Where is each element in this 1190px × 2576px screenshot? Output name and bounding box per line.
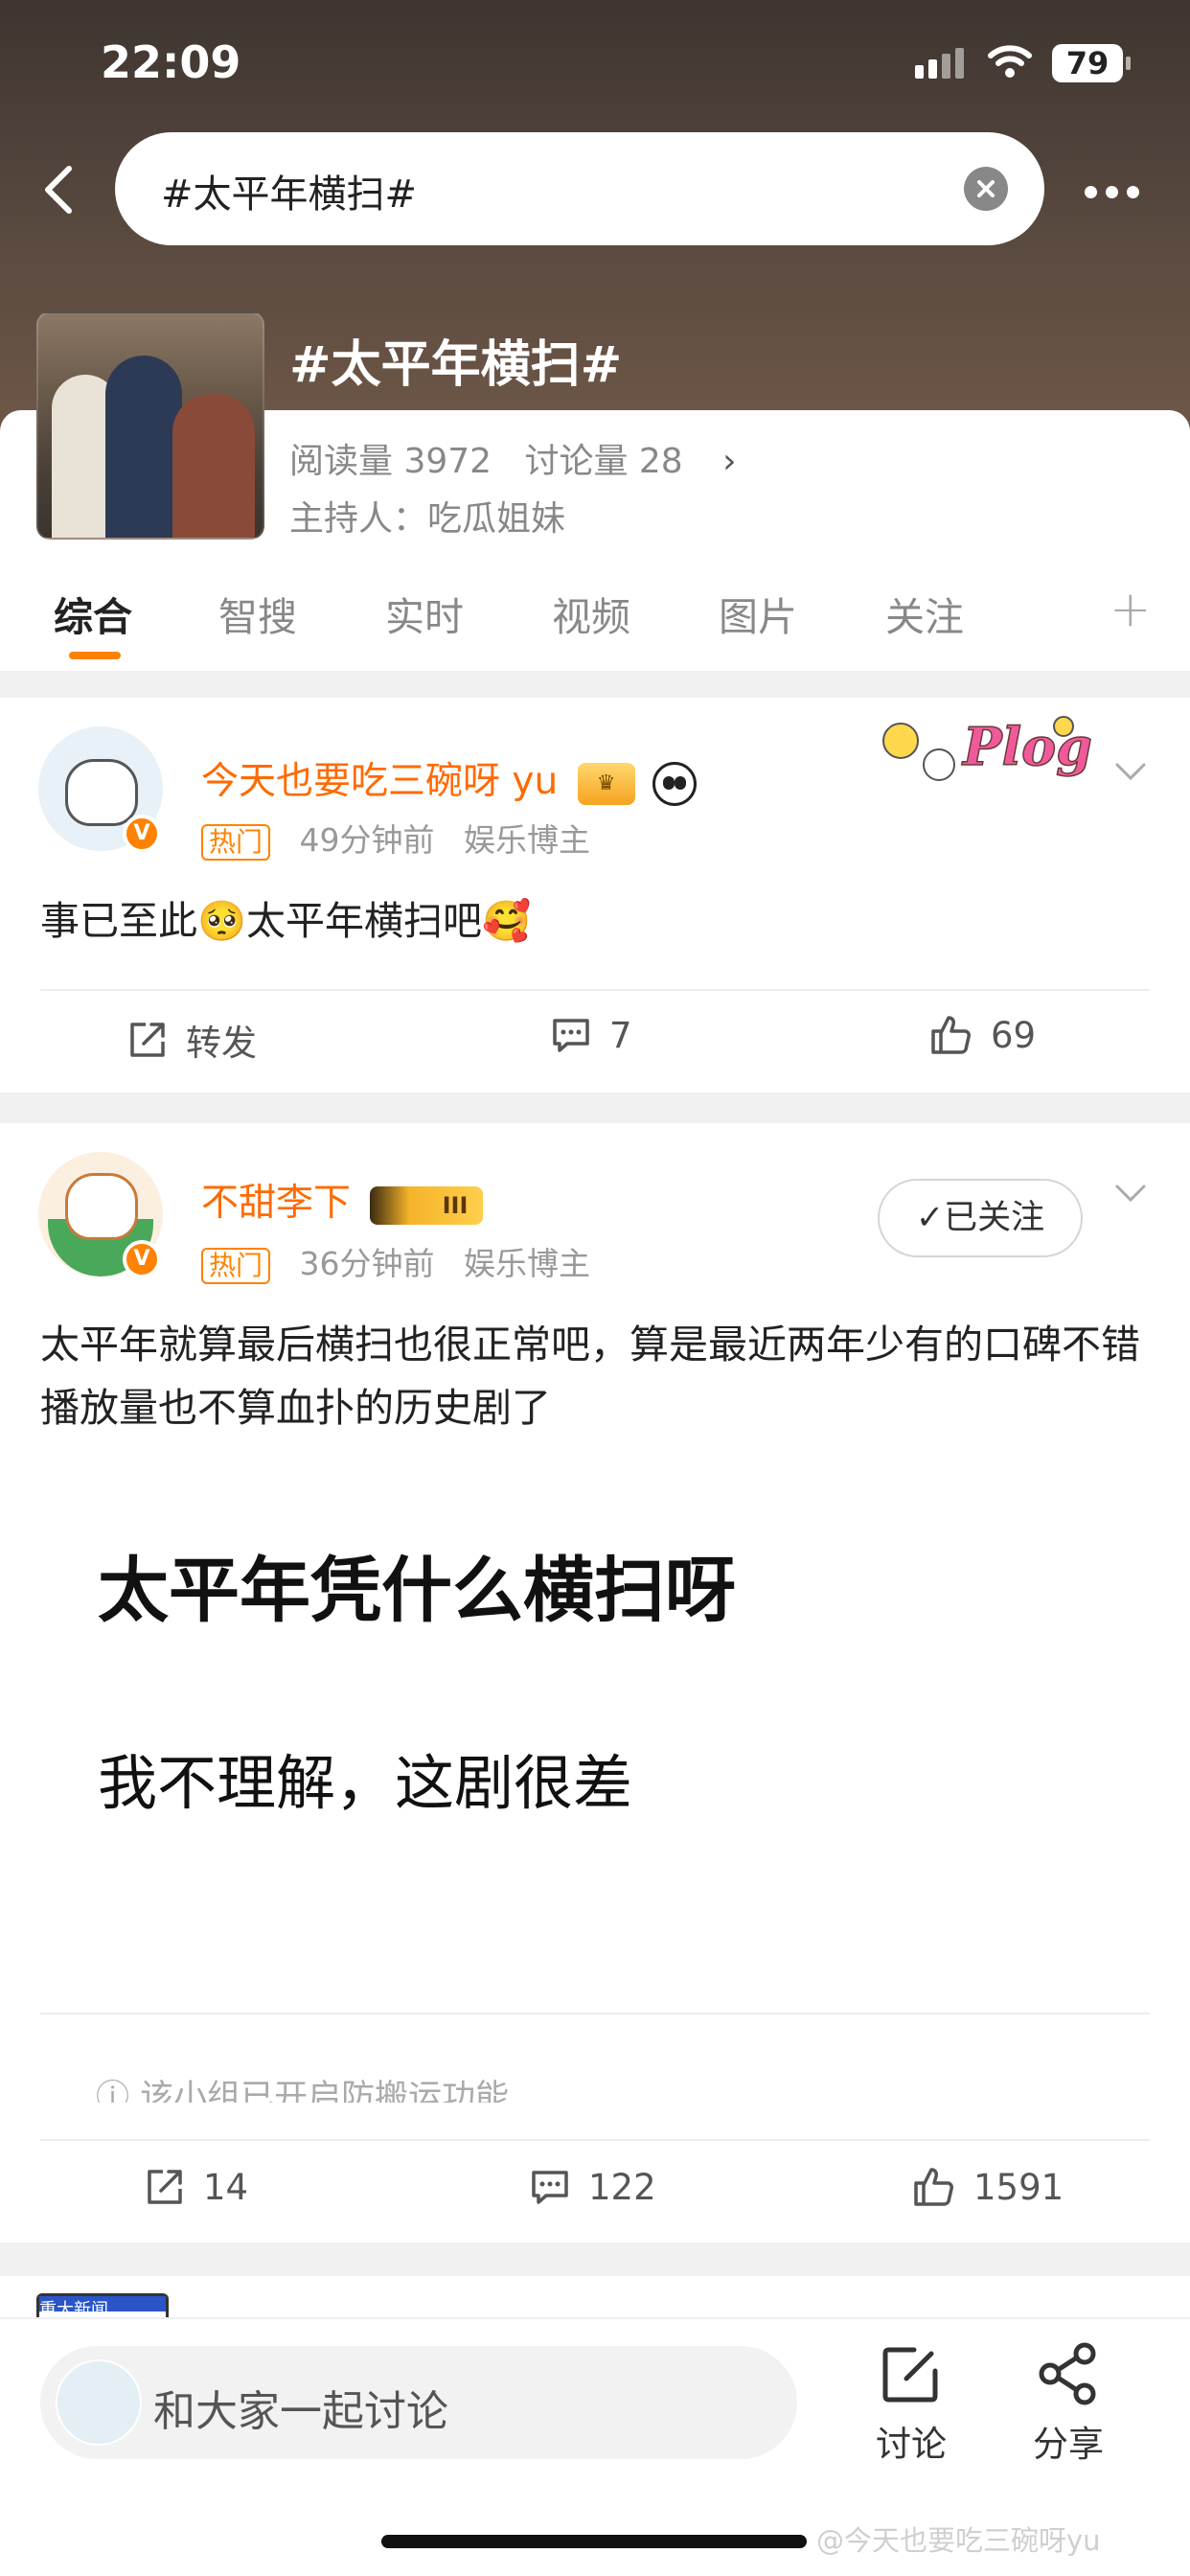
chevron-down-icon[interactable] [1111, 1173, 1150, 1211]
more-dots-icon[interactable] [1085, 184, 1148, 202]
post-meta: 热门 49分钟前 娱乐博主 [201, 815, 609, 861]
post-role: 娱乐博主 [464, 821, 591, 859]
home-indicator [381, 2535, 807, 2548]
active-tab-indicator [69, 652, 121, 659]
repost-icon [148, 2170, 182, 2204]
comment-icon [553, 1019, 589, 1052]
reads-label: 阅读量 [289, 442, 394, 481]
post-username[interactable]: 不甜李下 III [201, 1173, 484, 1227]
repost-button[interactable]: 转发 [126, 1014, 257, 1066]
tab-video[interactable]: 视频 [552, 585, 630, 642]
topic-stats[interactable]: 阅读量 3972 讨论量 28 › [289, 433, 737, 483]
chevron-left-icon[interactable] [33, 161, 90, 218]
image-subtitle: 我不理解，这剧很差 [98, 1748, 633, 1818]
like-button[interactable]: 69 [927, 1012, 1036, 1058]
follow-button[interactable]: ✓已关注 [878, 1179, 1083, 1257]
wifi-icon [988, 45, 1032, 78]
share-icon [1039, 2342, 1096, 2405]
discussions-label: 讨论量 [524, 442, 629, 481]
compose-placeholder: 和大家一起讨论 [153, 2387, 448, 2436]
tab-comprehensive[interactable]: 综合 [54, 585, 132, 642]
tab-images[interactable]: 图片 [719, 585, 797, 642]
plog-sticker-icon: Plog [872, 698, 1102, 794]
level-badge-icon: III [370, 1185, 484, 1225]
post-time: 36分钟前 [299, 1245, 435, 1282]
compose-input[interactable]: 和大家一起讨论 [40, 2346, 797, 2459]
panda-icon [652, 761, 698, 806]
status-time: 22:09 [101, 36, 241, 88]
discussions-count: 28 [638, 442, 683, 481]
check-icon: ✓ [915, 1199, 945, 1237]
hot-badge: 热门 [201, 1248, 271, 1284]
chevron-down-icon[interactable] [1111, 751, 1150, 790]
tab-bar: 综合 智搜 实时 视频 图片 关注 + [0, 575, 1190, 665]
post-role: 娱乐博主 [464, 1245, 591, 1282]
repost-icon [130, 1023, 165, 1057]
topic-cover-image [36, 311, 264, 540]
user-avatar [56, 2359, 142, 2446]
divider [40, 989, 1150, 991]
topic-title: #太平年横扫# [289, 336, 623, 394]
search-query: #太平年横扫# [161, 172, 418, 217]
verified-icon: V [123, 815, 161, 853]
search-input[interactable]: #太平年横扫# [115, 132, 1044, 245]
tab-following[interactable]: 关注 [885, 585, 964, 642]
avatar[interactable]: V [38, 1152, 163, 1278]
like-button[interactable]: 1591 [910, 2164, 1064, 2210]
nav-bar: #太平年横扫# [0, 132, 1190, 247]
share-button[interactable]: 分享 [1033, 2338, 1104, 2467]
avatar[interactable]: V [38, 726, 163, 853]
post-text[interactable]: 太平年就算最后横扫也很正常吧，算是最近两年少有的口碑不错播放量也不算血扑的历史剧… [40, 1313, 1152, 1439]
post-meta: 热门 36分钟前 娱乐博主 [201, 1238, 609, 1284]
post-username[interactable]: 今天也要吃三碗呀 yu ♛ [201, 751, 698, 806]
chevron-right-icon: › [722, 442, 737, 481]
post-text[interactable]: 事已至此🥺太平年横扫吧🥰 [40, 889, 1152, 953]
repost-button[interactable]: 14 [144, 2166, 248, 2208]
image-title: 太平年凭什么横扫呀 [98, 1550, 736, 1632]
post-card: V 今天也要吃三碗呀 yu ♛ Plog 热门 49分钟前 娱乐博主 事已至此🥺… [0, 698, 1190, 1092]
cellular-signal-icon [915, 48, 969, 79]
comment-icon [532, 2171, 568, 2204]
crown-badge-icon: ♛ [577, 762, 635, 805]
help-icon: ⓘ [96, 2079, 141, 2103]
hot-badge: 热门 [201, 824, 271, 861]
add-tab-icon[interactable]: + [1110, 581, 1152, 638]
post-image[interactable]: 太平年凭什么横扫呀 我不理解，这剧很差 [57, 1447, 1150, 2003]
post-time: 49分钟前 [299, 821, 435, 859]
thumbs-up-icon [914, 2168, 953, 2206]
tab-smart-search[interactable]: 智搜 [218, 585, 297, 642]
clear-icon[interactable] [964, 167, 1008, 211]
anti-repost-notice: ⓘ 该小组已开启防搬运功能 [96, 2070, 509, 2103]
verified-icon: V [123, 1240, 161, 1278]
watermark: @今天也要吃三碗呀yu [816, 2524, 1101, 2557]
compose-icon [882, 2347, 938, 2403]
divider [40, 2012, 1150, 2014]
comment-button[interactable]: 7 [550, 1014, 632, 1056]
tab-realtime[interactable]: 实时 [385, 585, 464, 642]
battery-icon: 79 [1052, 44, 1131, 82]
topic-host: 主持人：吃瓜姐妹 [289, 499, 566, 539]
thumbs-up-icon [931, 1016, 971, 1054]
status-bar: 22:09 79 [0, 0, 1190, 125]
divider [40, 2139, 1150, 2141]
comment-button[interactable]: 122 [529, 2166, 656, 2208]
reads-count: 3972 [403, 442, 492, 481]
discuss-button[interactable]: 讨论 [876, 2338, 947, 2467]
